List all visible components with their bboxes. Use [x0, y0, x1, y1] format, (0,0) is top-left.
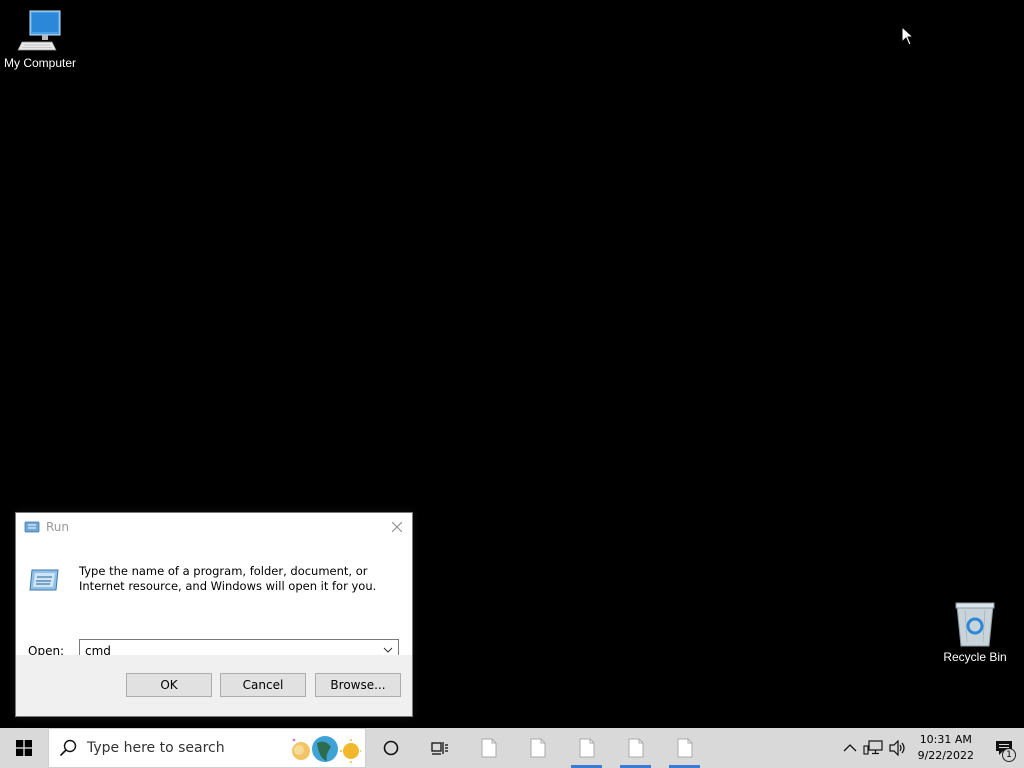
- chevron-up-icon: [843, 744, 857, 752]
- my-computer-shortcut[interactable]: My Computer: [0, 8, 80, 70]
- run-dialog: Run Type the name of a program, folder, …: [15, 512, 413, 717]
- taskbar-app-4[interactable]: [611, 728, 660, 768]
- taskbar-app-3[interactable]: [562, 728, 611, 768]
- my-computer-label: My Computer: [3, 56, 77, 70]
- system-tray: 10:31 AM 9/22/2022 1: [840, 728, 1024, 768]
- close-icon: [392, 522, 402, 532]
- notification-badge: 1: [1002, 748, 1016, 762]
- clock-time: 10:31 AM: [919, 733, 972, 746]
- clock[interactable]: 10:31 AM 9/22/2022: [910, 732, 984, 764]
- close-button[interactable]: [388, 518, 406, 536]
- taskbar: Type here to search 10:31 AM 9/22/2022 1: [0, 728, 1024, 768]
- taskbar-app-2[interactable]: [513, 728, 562, 768]
- volume-button[interactable]: [886, 728, 910, 768]
- document-icon: [530, 738, 545, 758]
- search-icon: [59, 739, 77, 757]
- start-button[interactable]: [0, 728, 48, 768]
- taskbar-app-5[interactable]: [660, 728, 709, 768]
- run-footer: OK Cancel Browse...: [16, 655, 412, 716]
- document-icon: [677, 738, 692, 758]
- browse-button[interactable]: Browse...: [315, 673, 401, 697]
- recycle-bin-label: Recycle Bin: [943, 650, 1007, 664]
- action-center-button[interactable]: 1: [984, 728, 1024, 768]
- cancel-button[interactable]: Cancel: [220, 673, 306, 697]
- document-icon: [481, 738, 496, 758]
- run-app-icon: [29, 569, 59, 591]
- ok-button[interactable]: OK: [126, 673, 212, 697]
- clock-date: 9/22/2022: [917, 749, 974, 762]
- network-icon: [863, 740, 883, 755]
- task-view-button[interactable]: [415, 728, 464, 768]
- document-icon: [579, 738, 594, 758]
- run-titlebar[interactable]: Run: [16, 513, 412, 541]
- taskbar-app-1[interactable]: [464, 728, 513, 768]
- run-title: Run: [46, 520, 70, 534]
- run-small-icon: [24, 521, 40, 533]
- cortana-button[interactable]: [366, 728, 415, 768]
- computer-icon: [17, 10, 61, 51]
- volume-icon: [888, 740, 905, 756]
- run-body: Type the name of a program, folder, docu…: [16, 541, 412, 662]
- taskbar-search-box[interactable]: Type here to search: [48, 728, 366, 768]
- show-hidden-icons-button[interactable]: [840, 728, 860, 768]
- recycle-bin-icon: [955, 602, 995, 647]
- windows-logo-icon: [16, 740, 32, 756]
- cortana-icon: [383, 740, 398, 756]
- document-icon: [628, 738, 643, 758]
- run-description: Type the name of a program, folder, docu…: [79, 564, 377, 593]
- recycle-bin-shortcut[interactable]: Recycle Bin: [935, 600, 1015, 664]
- mouse-cursor-icon: [901, 26, 915, 46]
- network-button[interactable]: [860, 728, 886, 768]
- search-highlight-icon: [292, 736, 361, 763]
- search-placeholder: Type here to search: [87, 740, 225, 756]
- task-view-icon: [430, 742, 448, 755]
